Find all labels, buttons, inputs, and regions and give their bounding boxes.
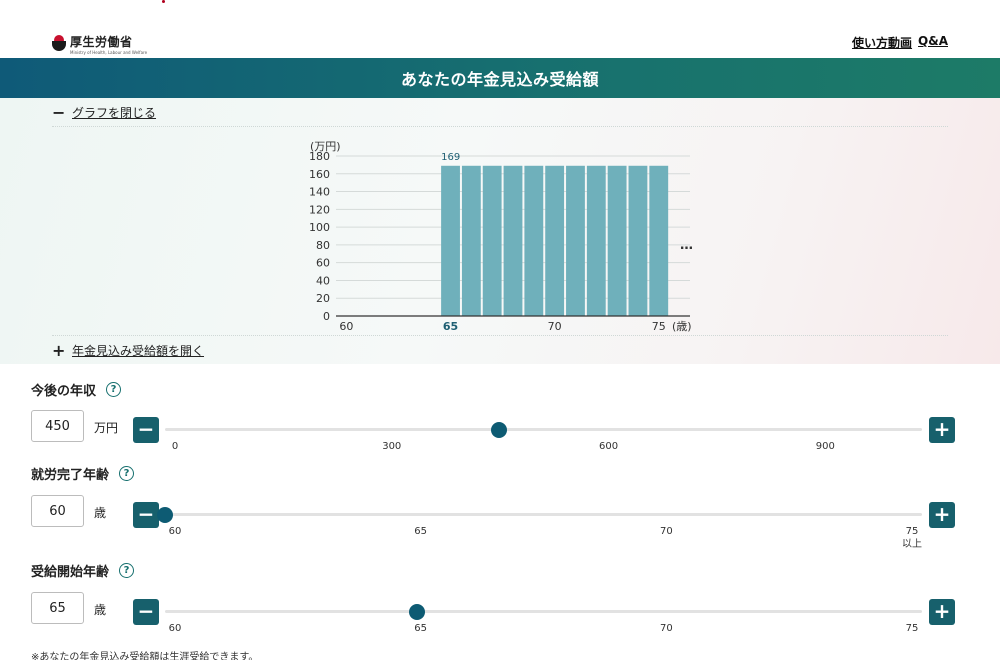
y-axis-label: (万円) xyxy=(310,140,341,153)
y-tick-label: 140 xyxy=(309,186,330,199)
divider-bottom xyxy=(52,335,948,336)
bar xyxy=(524,165,544,316)
decorative-dot xyxy=(162,0,165,3)
work-end-age-slider-track[interactable] xyxy=(157,507,922,523)
bar xyxy=(586,165,606,316)
open-amount-link[interactable]: 年金見込み受給額を開く xyxy=(72,342,204,359)
page-title: あなたの年金見込み受給額 xyxy=(400,70,599,89)
slider-tick-label: 75 xyxy=(905,526,919,537)
annual-income-label: 今後の年収 ? xyxy=(31,380,122,399)
slider-tick-label: 600 xyxy=(598,441,619,452)
annual-income-increase-button[interactable]: + xyxy=(929,417,955,443)
plus-icon: + xyxy=(52,341,66,360)
bar xyxy=(482,165,502,316)
help-icon[interactable]: ? xyxy=(119,466,135,481)
divider-top xyxy=(52,126,948,127)
logo-text: 厚生労働省 xyxy=(70,35,133,49)
header-links: 使い方動画 Q&A xyxy=(852,34,948,51)
y-tick-label: 0 xyxy=(323,310,330,323)
top-header: 厚生労働省 Ministry of Health, Labour and Wel… xyxy=(0,0,1000,58)
annual-income-input[interactable] xyxy=(31,410,84,442)
slider-tick-label: 300 xyxy=(382,441,402,452)
x-axis-label: (歳) xyxy=(672,320,692,333)
work-end-age-unit: 歳 xyxy=(94,506,107,520)
bar xyxy=(628,165,648,316)
benefit-start-age-unit: 歳 xyxy=(94,603,107,617)
work-end-age-increase-button[interactable]: + xyxy=(929,502,955,528)
y-tick-label: 100 xyxy=(309,221,330,234)
annual-income-title: 今後の年収 xyxy=(31,384,97,399)
annual-income-decrease-button[interactable]: − xyxy=(133,417,159,443)
qa-link[interactable]: Q&A xyxy=(918,34,948,51)
bar xyxy=(649,165,669,316)
data-label: 169 xyxy=(441,152,460,163)
x-tick-label: 70 xyxy=(548,320,562,333)
close-graph-toggle[interactable]: − グラフを閉じる xyxy=(52,103,156,122)
ministry-logo[interactable]: 厚生労働省 Ministry of Health, Labour and Wel… xyxy=(52,31,147,55)
annual-income-unit: 万円 xyxy=(94,421,119,435)
bar xyxy=(461,165,481,316)
slider-tick-label: 70 xyxy=(659,526,673,537)
help-icon[interactable]: ? xyxy=(106,382,122,397)
footnote: ※あなたの年金見込み受給額は生涯受給できます。 xyxy=(31,652,259,660)
benefit-start-age-input[interactable] xyxy=(31,592,84,624)
y-tick-label: 80 xyxy=(316,239,330,252)
benefit-start-age-slider-thumb[interactable] xyxy=(409,604,426,620)
x-tick-label: 65 xyxy=(443,320,458,333)
y-tick-label: 40 xyxy=(316,274,330,287)
annual-income-slider-track[interactable] xyxy=(165,422,922,438)
work-end-age-label: 就労完了年齢 ? xyxy=(31,464,135,483)
benefit-start-age-label: 受給開始年齢 ? xyxy=(31,561,135,580)
pension-bar-chart: 020406080100120140160180(万円)16960 65 70 75(… xyxy=(309,140,693,333)
benefit-start-age-increase-button[interactable]: + xyxy=(929,599,955,625)
close-graph-link[interactable]: グラフを閉じる xyxy=(72,104,156,121)
bar xyxy=(566,165,585,316)
slider-tick-label: 900 xyxy=(815,441,835,452)
controls-area: 今後の年収 ? 万円 − + 就労完了年齢 ? 歳 − + 受給開始年齢 ? 歳… xyxy=(0,364,1000,660)
bar xyxy=(503,165,523,316)
x-tick-label: 75 xyxy=(652,320,666,333)
benefit-start-age-decrease-button[interactable]: − xyxy=(133,599,159,625)
title-bar: あなたの年金見込み受給額 xyxy=(0,58,1000,98)
x-tick-label: 60 xyxy=(339,320,353,333)
annual-income-slider-thumb[interactable] xyxy=(490,422,507,438)
y-tick-label: 60 xyxy=(316,257,330,270)
work-end-age-title: 就労完了年齢 xyxy=(31,468,110,483)
slider-tick-sublabel: 以上 xyxy=(902,539,922,550)
more-indicator: … xyxy=(680,238,693,253)
logo-subtext: Ministry of Health, Labour and Welfare xyxy=(70,50,148,55)
open-amount-toggle[interactable]: + 年金見込み受給額を開く xyxy=(52,341,204,360)
how-to-video-link[interactable]: 使い方動画 xyxy=(852,34,912,51)
bar xyxy=(607,165,627,316)
slider-tick-label: 60 xyxy=(168,623,182,634)
y-tick-label: 20 xyxy=(316,292,330,305)
benefit-start-age-title: 受給開始年齢 xyxy=(31,565,110,580)
benefit-start-age-slider-track[interactable] xyxy=(165,604,922,620)
slider-tick-label: 75 xyxy=(905,623,919,634)
slider-tick-label: 60 xyxy=(168,526,182,537)
work-end-age-decrease-button[interactable]: − xyxy=(133,502,159,528)
help-icon[interactable]: ? xyxy=(119,563,135,578)
slider-tick-label: 65 xyxy=(414,623,428,634)
work-end-age-input[interactable] xyxy=(31,495,84,527)
bar xyxy=(545,165,565,316)
work-end-age-slider-thumb[interactable] xyxy=(157,507,173,523)
chart-panel: − グラフを閉じる 0 20 40 60 80 100 120 140 160 180 (万円) 16… xyxy=(0,98,1000,364)
slider-tick-label: 65 xyxy=(414,526,428,537)
y-tick-label: 120 xyxy=(309,203,330,216)
y-tick-label: 160 xyxy=(309,168,330,181)
ministry-emblem-icon xyxy=(52,35,66,51)
slider-tick-label: 0 xyxy=(171,441,179,452)
slider-tick-label: 70 xyxy=(659,623,673,634)
bar xyxy=(441,165,460,316)
minus-icon: − xyxy=(52,103,66,122)
